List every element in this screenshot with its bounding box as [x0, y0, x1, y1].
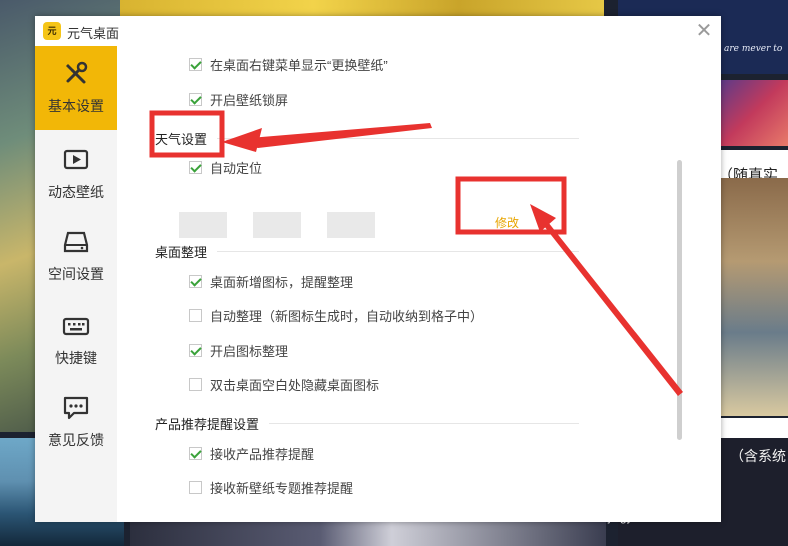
window-title: 元气桌面 — [67, 26, 120, 41]
tools-icon — [66, 61, 88, 84]
checkbox-dblclick-hide[interactable] — [189, 377, 202, 391]
option-row[interactable]: 自动定位 — [189, 157, 262, 177]
option-row[interactable]: 在桌面右键菜单显示“更换壁纸” — [189, 54, 388, 74]
sidebar-item-basic-settings[interactable]: 基本设置 — [35, 46, 117, 130]
sidebar-item-label: 基本设置 — [48, 98, 104, 114]
wallpaper-thumb-right-2 — [718, 80, 788, 146]
sidebar-item-feedback[interactable]: 意见反馈 — [35, 380, 117, 464]
location-redacted — [179, 212, 227, 238]
wallpaper-thumb-right-3 — [718, 178, 788, 416]
baidu-watermark: Bai 经验 jingyan.baidu.com — [602, 474, 715, 524]
scrollbar[interactable] — [677, 160, 682, 440]
section-title: 天气设置 — [155, 131, 208, 147]
wallpaper-card-title: （随真实 — [718, 167, 779, 178]
chat-icon — [63, 396, 89, 420]
settings-window: 元 元气桌面 ✕ 基本设置 动态壁纸 空间设置 快捷键 意见反馈 在桌面右键菜单… — [35, 16, 721, 522]
wallpaper-thumb-top — [120, 0, 604, 16]
option-row[interactable]: 双击桌面空白处隐藏桌面图标 — [189, 374, 379, 394]
option-label: 接收新壁纸专题推荐提醒 — [210, 480, 354, 496]
checkbox-wallpaper-lock[interactable] — [189, 92, 202, 106]
checkbox-product-reminder[interactable] — [189, 446, 202, 460]
wallpaper-caption: are mever to — [724, 44, 783, 54]
option-row[interactable]: 开启壁纸锁屏 — [189, 89, 288, 109]
checkbox-icon-sort[interactable] — [189, 343, 202, 357]
title-bar[interactable]: 元 元气桌面 ✕ — [35, 16, 721, 46]
checkbox-context-menu[interactable] — [189, 57, 202, 71]
sidebar-item-shortcuts[interactable]: 快捷键 — [35, 298, 117, 382]
sidebar-item-live-wallpaper[interactable]: 动态壁纸 — [35, 132, 117, 216]
divider — [269, 422, 579, 424]
checkbox-auto-sort[interactable] — [189, 308, 202, 322]
checkbox-auto-locate[interactable] — [189, 160, 202, 174]
checkbox-topic-reminder[interactable] — [189, 480, 202, 494]
close-button[interactable]: ✕ — [693, 20, 715, 42]
section-title: 产品推荐提醒设置 — [155, 416, 260, 432]
location-redacted — [327, 212, 375, 238]
sidebar-item-label: 意见反馈 — [48, 432, 104, 448]
section-weather: 天气设置 — [155, 128, 579, 148]
divider — [217, 250, 579, 252]
wallpaper-thumb-bottom — [130, 520, 606, 546]
option-label: 自动定位 — [210, 160, 263, 176]
option-label: 双击桌面空白处隐藏桌面图标 — [210, 377, 380, 393]
option-row[interactable]: 开启图标整理 — [189, 340, 288, 360]
paw-icon — [678, 477, 700, 499]
location-redacted — [253, 212, 301, 238]
play-icon — [63, 149, 89, 170]
sidebar-item-space-settings[interactable]: 空间设置 — [35, 214, 117, 298]
sidebar: 基本设置 动态壁纸 空间设置 快捷键 意见反馈 — [35, 46, 117, 522]
option-row[interactable]: 接收新壁纸专题推荐提醒 — [189, 477, 353, 497]
settings-content: 在桌面右键菜单显示“更换壁纸” 开启壁纸锁屏 天气设置 自动定位 修改 桌面整理… — [117, 46, 721, 522]
sidebar-item-label: 动态壁纸 — [48, 184, 104, 200]
option-label: 桌面新增图标，提醒整理 — [210, 274, 354, 290]
option-row[interactable]: 自动整理（新图标生成时，自动收纳到格子中） — [189, 305, 483, 325]
option-label: 接收产品推荐提醒 — [210, 446, 315, 462]
divider — [217, 137, 579, 139]
app-logo: 元 — [43, 22, 61, 40]
option-label: 自动整理（新图标生成时，自动收纳到格子中） — [210, 308, 484, 324]
option-label: 在桌面右键菜单显示“更换壁纸” — [210, 57, 388, 73]
keyboard-icon — [62, 317, 90, 336]
section-title: 桌面整理 — [155, 244, 208, 260]
checkbox-new-icon-reminder[interactable] — [189, 274, 202, 288]
sidebar-item-label: 空间设置 — [48, 266, 104, 282]
watermark-url: jingyan.baidu.com — [608, 510, 705, 524]
section-desktop: 桌面整理 — [155, 241, 579, 261]
option-label: 开启图标整理 — [210, 343, 289, 359]
option-label: 开启壁纸锁屏 — [210, 92, 289, 108]
option-row[interactable]: 桌面新增图标，提醒整理 — [189, 271, 353, 291]
wallpaper-card-title: （含系统 — [730, 448, 786, 464]
sidebar-item-label: 快捷键 — [55, 350, 97, 366]
section-recommend: 产品推荐提醒设置 — [155, 413, 579, 433]
disk-icon — [63, 231, 89, 253]
option-row[interactable]: 接收产品推荐提醒 — [189, 443, 314, 463]
edit-location-link[interactable]: 修改 — [495, 214, 519, 231]
